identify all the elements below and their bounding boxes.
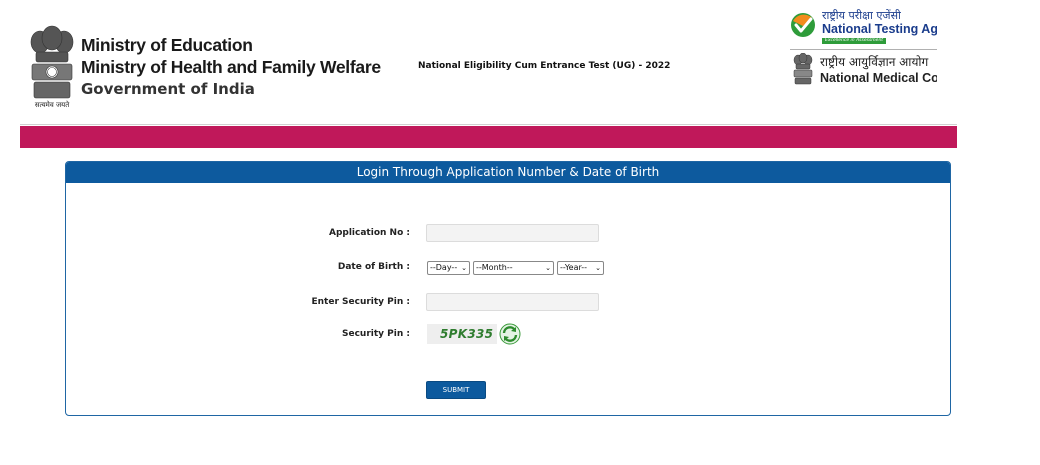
application-row: Application No :: [66, 223, 950, 243]
nta-logo: राष्ट्रीय परीक्षा एजेंसी National Testin…: [790, 8, 937, 52]
application-number-input[interactable]: [426, 224, 599, 242]
dob-day-value: --Day--: [430, 263, 458, 272]
ashoka-emblem-icon: [30, 25, 74, 99]
login-panel: Login Through Application Number & Date …: [65, 161, 951, 416]
nav-band: [20, 126, 957, 148]
header-divider: [20, 124, 957, 125]
security-pin-input-label: Enter Security Pin :: [311, 297, 410, 307]
government-of-india: Government of India: [81, 80, 255, 98]
nmc-logo: राष्ट्रीय आयुर्विज्ञान आयोग National Med…: [790, 50, 937, 94]
chevron-down-icon: ⌄: [461, 264, 467, 272]
nmc-english-name: National Medical Commission: [820, 71, 937, 85]
nta-hindi-name: राष्ट्रीय परीक्षा एजेंसी: [822, 9, 901, 22]
security-pin-input[interactable]: [426, 293, 599, 311]
ministry-education: Ministry of Education: [81, 35, 253, 55]
dob-day-select[interactable]: --Day-- ⌄: [427, 261, 470, 275]
refresh-icon[interactable]: [499, 323, 521, 345]
dob-month-value: --Month--: [476, 263, 513, 272]
submit-button[interactable]: SUBMIT: [426, 381, 486, 399]
security-pin-label: Security Pin :: [342, 329, 410, 339]
login-panel-title: Login Through Application Number & Date …: [66, 162, 950, 183]
security-pin-input-row: Enter Security Pin :: [66, 292, 950, 312]
nmc-hindi-name: राष्ट्रीय आयुर्विज्ञान आयोग: [820, 55, 929, 69]
captcha-image: 5PK335: [427, 324, 497, 344]
exam-title: National Eligibility Cum Entrance Test (…: [418, 61, 671, 71]
nmc-emblem-icon: [793, 53, 813, 85]
chevron-down-icon: ⌄: [595, 264, 601, 272]
dob-label: Date of Birth :: [337, 262, 410, 272]
application-label: Application No :: [329, 228, 410, 238]
ministry-health: Ministry of Health and Family Welfare: [81, 57, 381, 77]
dob-year-value: --Year--: [560, 263, 588, 272]
nta-tagline: Excellence in Assessment: [822, 38, 887, 44]
emblem-motto: सत्यमेव जयते: [34, 101, 70, 109]
captcha-row: Security Pin : 5PK335: [66, 323, 950, 345]
dob-row: Date of Birth : --Day-- ⌄ --Month-- ⌄ --…: [66, 257, 950, 277]
nta-check-icon: [791, 13, 815, 37]
page: सत्यमेव जयते Ministry of Education Minis…: [0, 0, 1040, 465]
chevron-down-icon: ⌄: [545, 264, 551, 272]
dob-year-select[interactable]: --Year-- ⌄: [557, 261, 604, 275]
ministry-block: Ministry of Education Ministry of Health…: [81, 34, 381, 100]
nta-english-name: National Testing Agency: [822, 22, 937, 36]
dob-month-select[interactable]: --Month-- ⌄: [473, 261, 554, 275]
